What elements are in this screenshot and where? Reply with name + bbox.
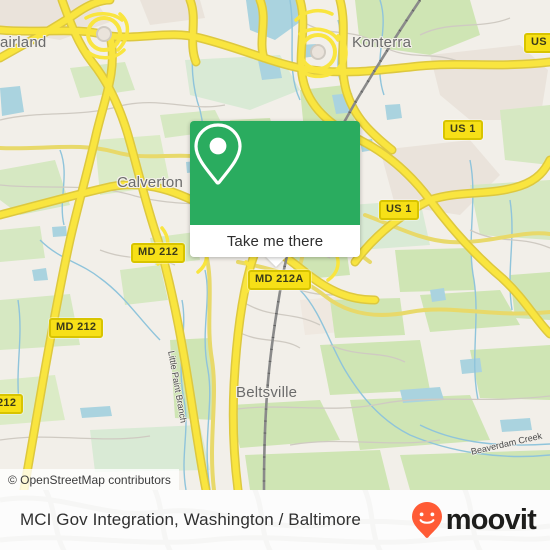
moovit-wordmark: moovit (445, 503, 537, 536)
road-shield-212-edge[interactable]: 212 (0, 394, 24, 414)
osm-attribution[interactable]: © OpenStreetMap contributors (0, 469, 179, 490)
popup-pin-area (190, 121, 360, 225)
popup-tail (265, 256, 287, 267)
destination-popup[interactable]: Take me there (190, 121, 360, 257)
map-pin-icon (194, 123, 242, 185)
road-shield-md212-upper[interactable]: MD 212 (131, 243, 186, 263)
footer-bar: MCI Gov Integration, Washington / Baltim… (0, 490, 550, 550)
place-label-konterra: Konterra (352, 34, 412, 51)
road-shield-us1-south[interactable]: US 1 (379, 200, 419, 220)
road-shield-us1-mid[interactable]: US 1 (443, 120, 483, 140)
road-shield-md212a[interactable]: MD 212A (248, 270, 311, 290)
place-label-beltsville: Beltsville (236, 384, 298, 401)
map-canvas[interactable]: airland Konterra Calverton Beltsville Li… (0, 0, 550, 490)
road-shield-us1-ne[interactable]: US 1 (524, 33, 550, 53)
take-me-there-button[interactable]: Take me there (190, 225, 360, 257)
place-label-calverton: Calverton (117, 174, 183, 191)
location-title: MCI Gov Integration, Washington / Baltim… (20, 510, 361, 529)
road-shield-md212-lower[interactable]: MD 212 (49, 318, 104, 338)
moovit-brand[interactable]: moovit (410, 490, 537, 550)
moovit-map-screenshot: airland Konterra Calverton Beltsville Li… (0, 0, 550, 550)
moovit-pin-icon (411, 502, 442, 538)
place-label-fairland: airland (0, 34, 47, 51)
